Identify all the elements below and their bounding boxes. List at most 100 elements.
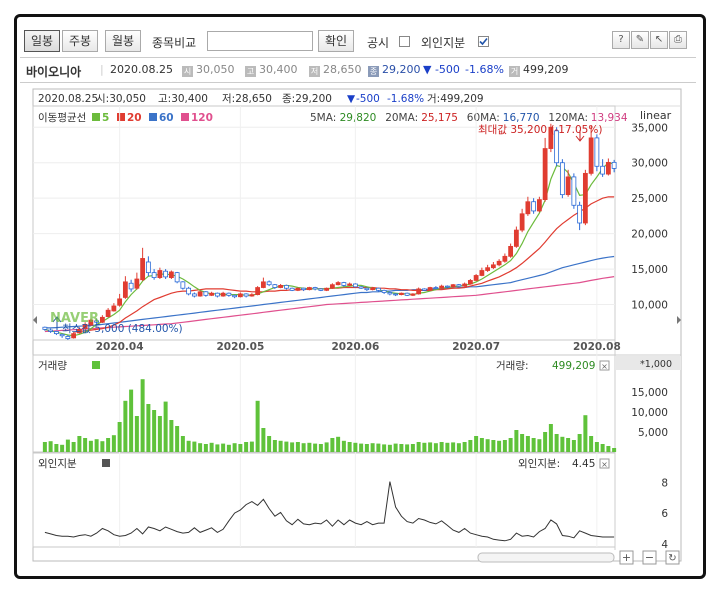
volume-bar xyxy=(77,436,82,452)
zoom-in-icon: + xyxy=(622,551,631,564)
ma-value-1: 25,175 xyxy=(421,112,458,124)
candle-body xyxy=(571,176,577,206)
candle-body xyxy=(220,292,226,297)
candle-body xyxy=(105,309,111,317)
scroll-left-icon[interactable] xyxy=(33,316,37,324)
candle-body xyxy=(53,331,59,335)
volume-bar xyxy=(370,443,375,452)
volume-bar xyxy=(175,426,180,452)
candle-body xyxy=(122,281,128,298)
volume-bar xyxy=(284,441,289,452)
candle xyxy=(214,292,220,298)
volume-legend-swatch xyxy=(92,361,100,369)
volume-bar xyxy=(117,422,122,452)
candle-body xyxy=(278,284,284,288)
candle-body xyxy=(421,288,427,291)
candle xyxy=(496,259,502,267)
volume-bar xyxy=(382,444,387,452)
candle-body xyxy=(427,287,433,291)
stock-chart[interactable]: 2020.08.25시:30,050 고:30,400 저:28,650 종:29,2… xyxy=(0,0,723,593)
candle-body xyxy=(266,281,272,286)
volume-bar xyxy=(502,440,507,452)
candle xyxy=(398,292,404,296)
candle-body xyxy=(301,287,307,291)
candle xyxy=(467,279,473,285)
volume-bar xyxy=(560,436,565,452)
foreign-tick-label: 4 xyxy=(661,539,668,551)
scroll-right-icon[interactable] xyxy=(677,316,681,324)
candle-body xyxy=(381,289,387,293)
volume-bar xyxy=(520,434,525,452)
candle xyxy=(105,308,111,318)
candle-body xyxy=(306,287,312,291)
volume-bar xyxy=(226,444,231,452)
ma-legend-label-60: 60 xyxy=(159,112,174,124)
candle-body xyxy=(479,270,485,276)
candle-body xyxy=(358,286,364,289)
candle xyxy=(191,292,197,298)
volume-bar xyxy=(244,442,249,452)
candle xyxy=(352,283,358,288)
candle xyxy=(163,269,169,280)
volume-bar xyxy=(353,442,358,452)
volume-bar xyxy=(428,442,433,452)
candle xyxy=(186,286,192,296)
candle xyxy=(513,226,519,248)
candle-body xyxy=(341,282,347,286)
volume-bar xyxy=(537,439,542,452)
volume-bar xyxy=(83,438,88,452)
candle xyxy=(260,277,266,289)
volume-bar xyxy=(267,436,272,452)
candle xyxy=(134,272,140,290)
candle xyxy=(611,159,617,173)
candle xyxy=(151,269,157,280)
candle xyxy=(542,137,548,202)
candle xyxy=(531,198,537,214)
candle-body xyxy=(168,271,174,279)
candle-body xyxy=(416,288,422,295)
candle xyxy=(605,158,611,176)
candle-body xyxy=(128,282,134,290)
volume-bar xyxy=(146,404,151,452)
candle-body xyxy=(272,284,278,288)
candle-body xyxy=(456,284,462,287)
volume-bar xyxy=(180,436,185,452)
candle xyxy=(416,287,422,295)
volume-title: 거래량 xyxy=(38,360,67,372)
naver-watermark: NAVER xyxy=(50,311,99,326)
ma-value-label-3: 120MA: xyxy=(548,112,588,124)
info-date: 2020.08.25 xyxy=(38,93,98,105)
volume-bar xyxy=(474,436,479,452)
foreign-tick-label: 6 xyxy=(661,508,668,520)
candle-body xyxy=(260,281,266,288)
candle xyxy=(318,288,324,292)
volume-bar xyxy=(249,441,254,452)
candle xyxy=(502,253,508,263)
volume-bar xyxy=(543,432,548,452)
candle-body xyxy=(209,292,215,296)
ma-line-ma20 xyxy=(73,196,615,333)
candle-body xyxy=(163,270,169,278)
candle xyxy=(48,328,54,333)
horizontal-scrollbar[interactable] xyxy=(477,552,615,563)
volume-bar xyxy=(410,444,415,452)
candle xyxy=(582,169,588,226)
foreign-title: 외인지분 xyxy=(38,458,77,470)
volume-bar xyxy=(566,438,571,452)
info-change-arrow: ▼ xyxy=(347,93,356,105)
volume-bar xyxy=(612,448,617,452)
foreign-ratio-line xyxy=(44,481,615,542)
volume-bar xyxy=(330,438,335,452)
candle xyxy=(462,282,468,287)
volume-bar xyxy=(48,441,53,452)
volume-bar xyxy=(485,439,490,452)
candle-body xyxy=(467,280,473,285)
candle xyxy=(278,283,284,289)
candle xyxy=(312,286,318,291)
volume-bar xyxy=(600,444,605,452)
candle xyxy=(393,293,399,297)
candle xyxy=(266,280,272,287)
foreign-tick-label: 8 xyxy=(661,477,668,489)
candle xyxy=(53,330,59,336)
candle-body xyxy=(140,258,146,281)
